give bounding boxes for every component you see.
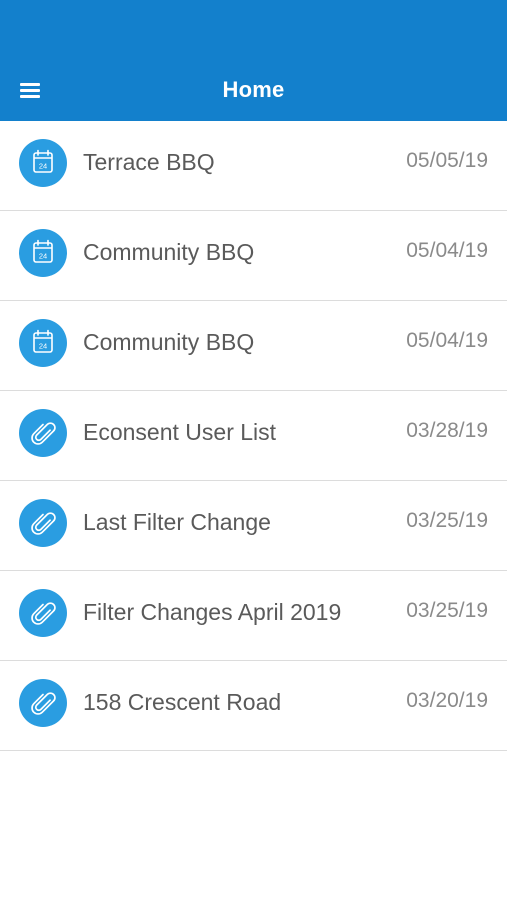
item-title: Econsent User List — [83, 419, 277, 445]
page-title: Home — [222, 77, 285, 102]
item-title: 158 Crescent Road — [83, 689, 282, 715]
calendar-day-number: 24 — [39, 342, 47, 351]
paperclip-icon — [19, 409, 67, 457]
item-date: 05/04/19 — [406, 329, 488, 352]
home-list: 24 Terrace BBQ 05/05/19 24 Community BBQ… — [0, 121, 507, 751]
list-item[interactable]: 158 Crescent Road 03/20/19 — [0, 661, 507, 751]
paperclip-icon — [19, 589, 67, 637]
item-date: 03/20/19 — [406, 689, 488, 712]
item-title: Terrace BBQ — [83, 149, 215, 175]
item-title: Community BBQ — [83, 239, 255, 265]
item-title: Filter Changes April 2019 — [83, 599, 342, 625]
calendar-icon: 24 — [19, 229, 67, 277]
item-title: Community BBQ — [83, 329, 255, 355]
calendar-icon: 24 — [19, 139, 67, 187]
item-title: Last Filter Change — [83, 509, 271, 535]
app-header: Home — [0, 0, 507, 121]
item-date: 05/05/19 — [406, 149, 488, 172]
item-date: 03/25/19 — [406, 599, 488, 622]
item-date: 03/25/19 — [406, 509, 488, 532]
paperclip-icon — [19, 679, 67, 727]
list-item[interactable]: 24 Community BBQ 05/04/19 — [0, 211, 507, 301]
calendar-day-number: 24 — [39, 162, 47, 171]
list-item[interactable]: 24 Terrace BBQ 05/05/19 — [0, 121, 507, 211]
list-item[interactable]: 24 Community BBQ 05/04/19 — [0, 301, 507, 391]
item-date: 03/28/19 — [406, 419, 488, 442]
list-item[interactable]: Econsent User List 03/28/19 — [0, 391, 507, 481]
calendar-icon: 24 — [19, 319, 67, 367]
list-item[interactable]: Last Filter Change 03/25/19 — [0, 481, 507, 571]
list-item[interactable]: Filter Changes April 2019 03/25/19 — [0, 571, 507, 661]
calendar-day-number: 24 — [39, 252, 47, 261]
paperclip-icon — [19, 499, 67, 547]
item-date: 05/04/19 — [406, 239, 488, 262]
